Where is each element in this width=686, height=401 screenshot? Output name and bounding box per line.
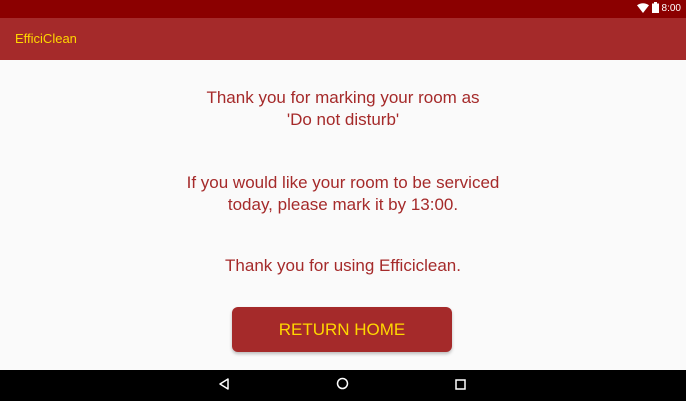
service-deadline-text: If you would like your room to be servic… [0,172,686,216]
dnd-confirmation-text: Thank you for marking your room as 'Do n… [0,87,686,131]
status-time: 8:00 [661,3,681,14]
wifi-icon [636,0,649,18]
thank-you-line: Thank you for using Efficiclean. [225,256,461,275]
status-icons: 8:00 [636,0,681,18]
home-button[interactable] [322,370,362,401]
dnd-confirmation-line: Thank you for marking your room as 'Do n… [206,88,480,129]
main-content: Thank you for marking your room as 'Do n… [0,60,686,371]
home-icon [336,377,349,395]
thank-you-text: Thank you for using Efficiclean. [0,255,686,277]
back-icon [218,377,230,395]
status-bar: 8:00 [0,0,686,18]
navigation-bar [0,370,686,401]
return-home-button[interactable]: RETURN HOME [232,307,452,352]
recents-icon [454,377,466,395]
app-title: EfficiClean [15,31,77,46]
recents-button[interactable] [440,370,480,401]
screen: 8:00 EfficiClean Thank you for marking y… [0,0,686,401]
service-deadline-line: If you would like your room to be servic… [186,173,500,214]
back-button[interactable] [204,370,244,401]
app-bar: EfficiClean [0,18,686,60]
battery-icon [651,0,659,18]
